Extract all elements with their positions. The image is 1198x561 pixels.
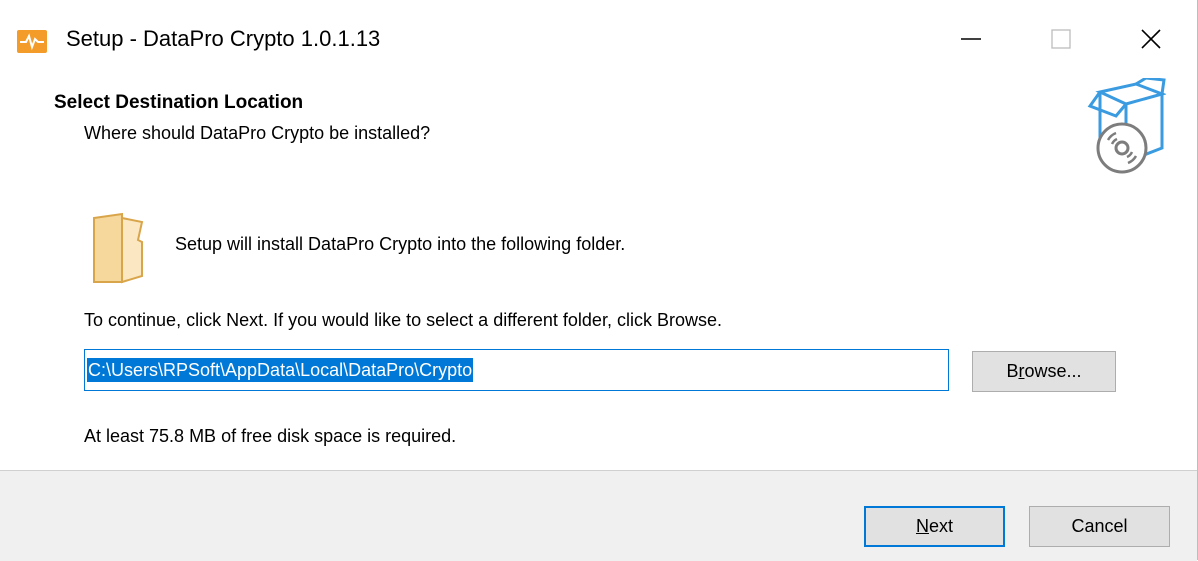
page-title: Select Destination Location xyxy=(54,92,304,113)
next-label-accesskey: N xyxy=(915,516,929,536)
minimize-button[interactable] xyxy=(926,10,1016,68)
minimize-icon xyxy=(961,38,981,40)
maximize-button[interactable] xyxy=(1016,10,1106,68)
cancel-label: Cancel xyxy=(1071,516,1128,536)
browse-label-suffix: owse... xyxy=(1024,361,1082,381)
continue-instructions: To continue, click Next. If you would li… xyxy=(84,310,722,330)
destination-path-value: C:\Users\RPSoft\AppData\Local\DataPro\Cr… xyxy=(87,358,474,382)
install-box-icon xyxy=(1086,76,1167,183)
cancel-button[interactable]: Cancel xyxy=(1029,506,1170,547)
close-button[interactable] xyxy=(1106,10,1196,68)
close-icon xyxy=(1141,29,1161,49)
title-bar[interactable]: Setup - DataPro Crypto 1.0.1.13 xyxy=(0,0,1197,82)
maximize-icon xyxy=(1051,29,1071,49)
next-button[interactable]: Next xyxy=(864,506,1005,547)
window-title: Setup - DataPro Crypto 1.0.1.13 xyxy=(66,26,381,51)
destination-path-input[interactable]: C:\Users\RPSoft\AppData\Local\DataPro\Cr… xyxy=(84,349,949,391)
browse-button[interactable]: Br owse... xyxy=(972,351,1116,392)
browse-label-prefix: B xyxy=(1006,361,1019,381)
setup-window: Setup - DataPro Crypto 1.0.1.13 Select D… xyxy=(0,0,1198,561)
app-logo-icon xyxy=(17,30,47,53)
page-subtitle: Where should DataPro Crypto be installed… xyxy=(84,123,431,143)
folder-icon xyxy=(92,212,148,289)
next-label-suffix: ext xyxy=(928,516,953,536)
disk-space-requirement: At least 75.8 MB of free disk space is r… xyxy=(84,426,457,446)
install-folder-text: Setup will install DataPro Crypto into t… xyxy=(175,234,626,254)
footer-bar xyxy=(0,470,1197,561)
